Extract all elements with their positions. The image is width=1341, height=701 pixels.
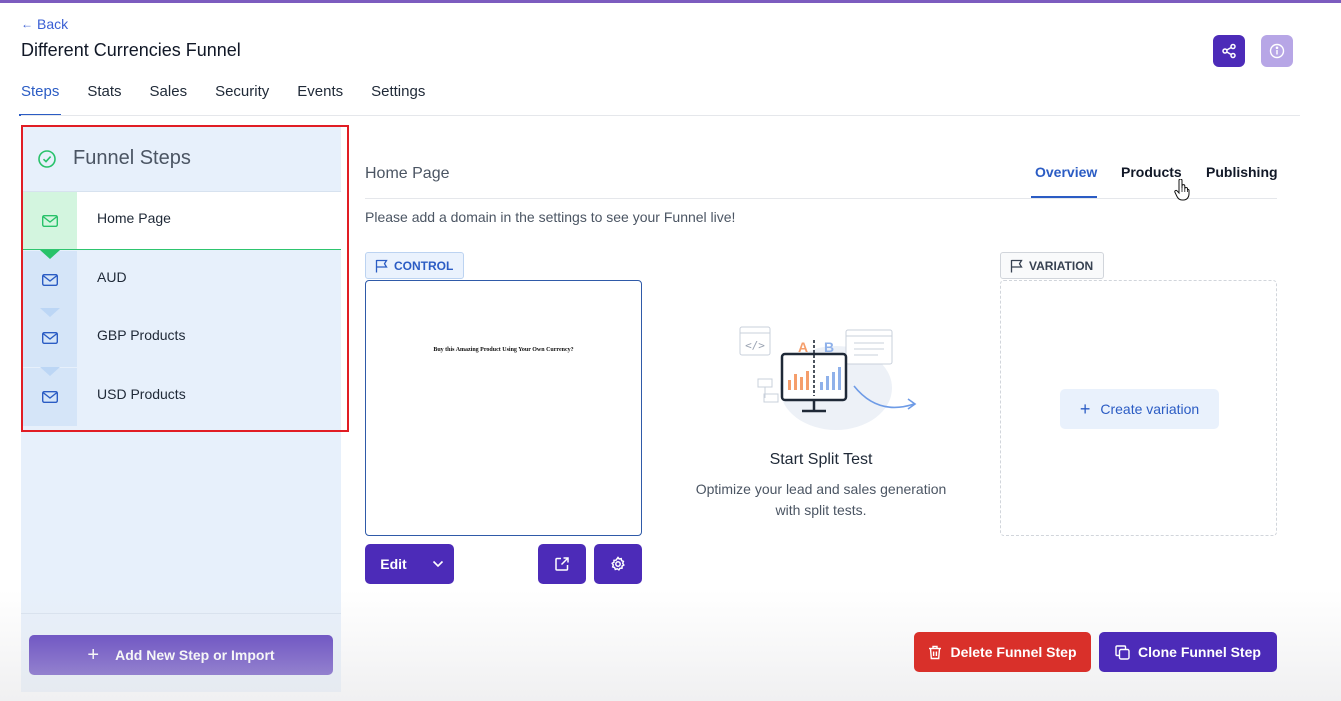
step-usd-products[interactable]: USD Products — [23, 367, 341, 426]
clone-label: Clone Funnel Step — [1138, 644, 1261, 660]
preview-headline: Buy this Amazing Product Using Your Own … — [433, 347, 574, 353]
variation-badge: VARIATION — [1000, 252, 1105, 279]
delete-funnel-step-button[interactable]: Delete Funnel Step — [914, 632, 1091, 672]
chevron-down-icon[interactable] — [422, 544, 454, 584]
copy-icon — [1115, 644, 1130, 660]
svg-text:</>: </> — [745, 339, 765, 352]
step-gbp-products[interactable]: GBP Products — [23, 308, 341, 367]
step-settings-button[interactable] — [594, 544, 642, 584]
control-label: CONTROL — [394, 258, 454, 273]
control-badge: CONTROL — [365, 252, 465, 279]
check-circle-icon — [38, 149, 56, 168]
tab-events[interactable]: Events — [297, 72, 343, 116]
info-button[interactable] — [1261, 35, 1293, 67]
domain-message: Please add a domain in the settings to s… — [365, 209, 736, 225]
split-test-description: Optimize your lead and sales generation … — [695, 481, 947, 518]
split-test-illustration: </> A B — [739, 326, 917, 430]
mail-icon — [42, 391, 58, 403]
hand-pointer-icon — [1174, 179, 1190, 201]
plus-icon: + — [1079, 398, 1091, 419]
content-divider — [365, 198, 1031, 199]
tab-products[interactable]: Products — [1121, 164, 1182, 180]
step-aud[interactable]: AUD — [23, 250, 341, 309]
variation-placeholder: + Create variation — [1000, 280, 1277, 536]
gear-icon — [611, 556, 625, 571]
step-connector-arrow — [40, 367, 60, 376]
clone-funnel-step-button[interactable]: Clone Funnel Step — [1099, 632, 1277, 672]
panel-divider — [21, 613, 341, 614]
tabs-divider — [21, 115, 1300, 116]
step-label: AUD — [97, 269, 127, 285]
tab-steps[interactable]: Steps — [18, 72, 62, 116]
funnel-steps-header: Funnel Steps — [21, 126, 341, 192]
step-subtabs: Overview Products Publishing — [1031, 150, 1278, 199]
info-icon — [1269, 43, 1285, 59]
step-label: Home Page — [97, 210, 171, 226]
create-variation-button[interactable]: + Create variation — [1060, 389, 1219, 429]
tab-security[interactable]: Security — [215, 72, 269, 116]
tab-sales[interactable]: Sales — [150, 72, 188, 116]
trash-icon — [929, 645, 942, 659]
flag-icon — [1010, 259, 1023, 272]
top-accent-bar — [0, 0, 1341, 3]
create-variation-label: Create variation — [1100, 401, 1200, 417]
funnel-steps-title: Funnel Steps — [73, 147, 191, 169]
edit-label: Edit — [380, 556, 407, 572]
tab-stats[interactable]: Stats — [87, 72, 121, 116]
illustration-letter-b: B — [824, 339, 834, 355]
arrow-left-icon: ← — [21, 17, 33, 31]
variation-label: VARIATION — [1029, 258, 1094, 273]
mail-icon — [42, 274, 58, 286]
step-connector-arrow — [40, 308, 60, 317]
mail-icon — [42, 332, 58, 344]
external-link-icon — [555, 557, 569, 571]
page-preview-thumbnail[interactable]: Buy this Amazing Product Using Your Own … — [365, 280, 642, 536]
plus-icon: + — [87, 643, 100, 666]
tab-settings[interactable]: Settings — [371, 72, 425, 116]
step-icon-cell — [23, 309, 77, 367]
split-test-title: Start Split Test — [769, 451, 873, 468]
step-label: USD Products — [97, 386, 186, 402]
illustration-letter-a: A — [798, 339, 808, 355]
step-label: GBP Products — [97, 327, 186, 343]
flag-icon — [375, 259, 388, 272]
share-button[interactable] — [1213, 35, 1245, 67]
back-label: Back — [37, 16, 69, 32]
step-icon-cell — [23, 368, 77, 426]
selected-step-name: Home Page — [365, 165, 450, 182]
mail-icon — [42, 214, 58, 227]
back-link[interactable]: ← Back — [21, 16, 68, 32]
tab-overview[interactable]: Overview — [1035, 164, 1097, 180]
active-tab-underline — [1031, 196, 1097, 198]
funnel-steps-panel: Funnel Steps Home Page AUD GBP Products — [21, 126, 341, 692]
page-title: Different Currencies Funnel — [21, 40, 241, 60]
step-icon-cell — [23, 251, 77, 309]
add-new-step-button[interactable]: + Add New Step or Import — [29, 635, 333, 675]
add-step-label: Add New Step or Import — [115, 647, 275, 663]
edit-button[interactable]: Edit — [365, 544, 454, 584]
tab-publishing[interactable]: Publishing — [1206, 164, 1278, 180]
open-external-button[interactable] — [538, 544, 586, 584]
step-icon-cell — [23, 192, 77, 249]
main-tabs: Steps Stats Sales Security Events Settin… — [18, 72, 453, 116]
step-home-page[interactable]: Home Page — [23, 192, 341, 250]
share-icon — [1222, 43, 1236, 59]
step-connector-arrow — [40, 250, 60, 259]
delete-label: Delete Funnel Step — [950, 644, 1077, 660]
